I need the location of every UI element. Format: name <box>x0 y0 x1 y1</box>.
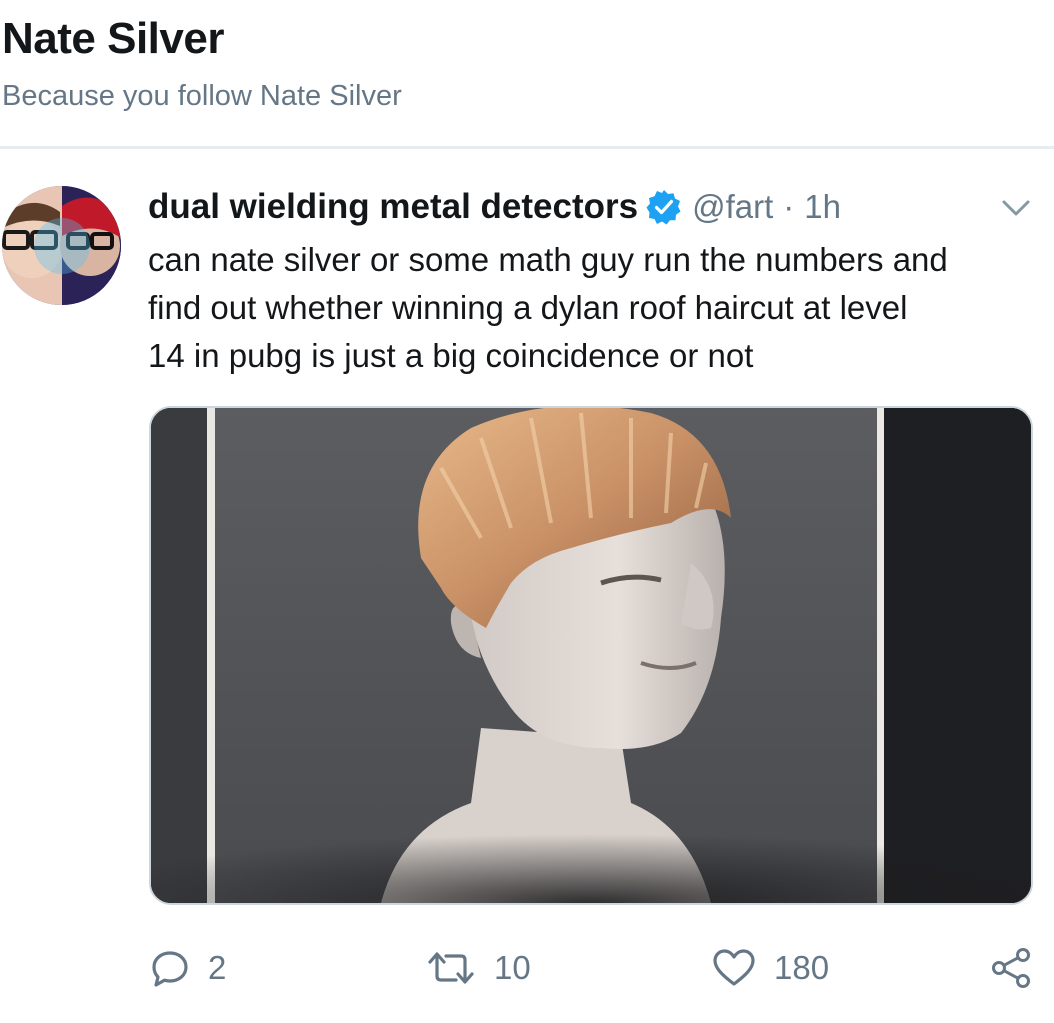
verified-badge-icon <box>646 190 681 225</box>
like-count: 180 <box>774 949 830 986</box>
share-icon <box>992 948 1030 988</box>
tweet-text-line: find out whether winning a dylan roof ha… <box>148 289 908 326</box>
retweet-icon <box>428 952 474 984</box>
retweet-count: 10 <box>494 949 531 986</box>
tweet-actions: 2 10 180 <box>0 940 1054 996</box>
chevron-down-icon[interactable] <box>998 196 1034 220</box>
character-head-render <box>151 408 1031 903</box>
section-subtitle: Because you follow Nate Silver <box>2 80 402 112</box>
tweet-text: can nate silver or some math guy run the… <box>148 236 1048 380</box>
timeline-section-header: Nate Silver Because you follow Nate Silv… <box>0 0 1054 147</box>
divider <box>0 146 1054 149</box>
tweet-timestamp[interactable]: 1h <box>804 188 841 226</box>
display-name[interactable]: dual wielding metal detectors <box>148 187 638 227</box>
avatar-image <box>2 186 121 305</box>
share-button[interactable] <box>990 940 1032 996</box>
tweet-media-image[interactable] <box>149 406 1033 905</box>
reply-icon <box>152 951 188 987</box>
like-button[interactable]: 180 <box>712 940 829 996</box>
user-handle[interactable]: @fart <box>692 188 773 226</box>
tweet-text-line: 14 in pubg is just a big coincidence or … <box>148 337 754 374</box>
retweet-button[interactable]: 10 <box>426 940 531 996</box>
tweet-text-line: can nate silver or some math guy run the… <box>148 241 948 278</box>
avatar[interactable] <box>2 186 121 305</box>
reply-button[interactable]: 2 <box>150 940 226 996</box>
section-title: Nate Silver <box>2 14 224 63</box>
heart-icon <box>713 949 755 986</box>
tweet-header: dual wielding metal detectors @fart · 1h <box>148 182 841 232</box>
reply-count: 2 <box>208 949 227 986</box>
separator-dot: · <box>783 188 795 225</box>
